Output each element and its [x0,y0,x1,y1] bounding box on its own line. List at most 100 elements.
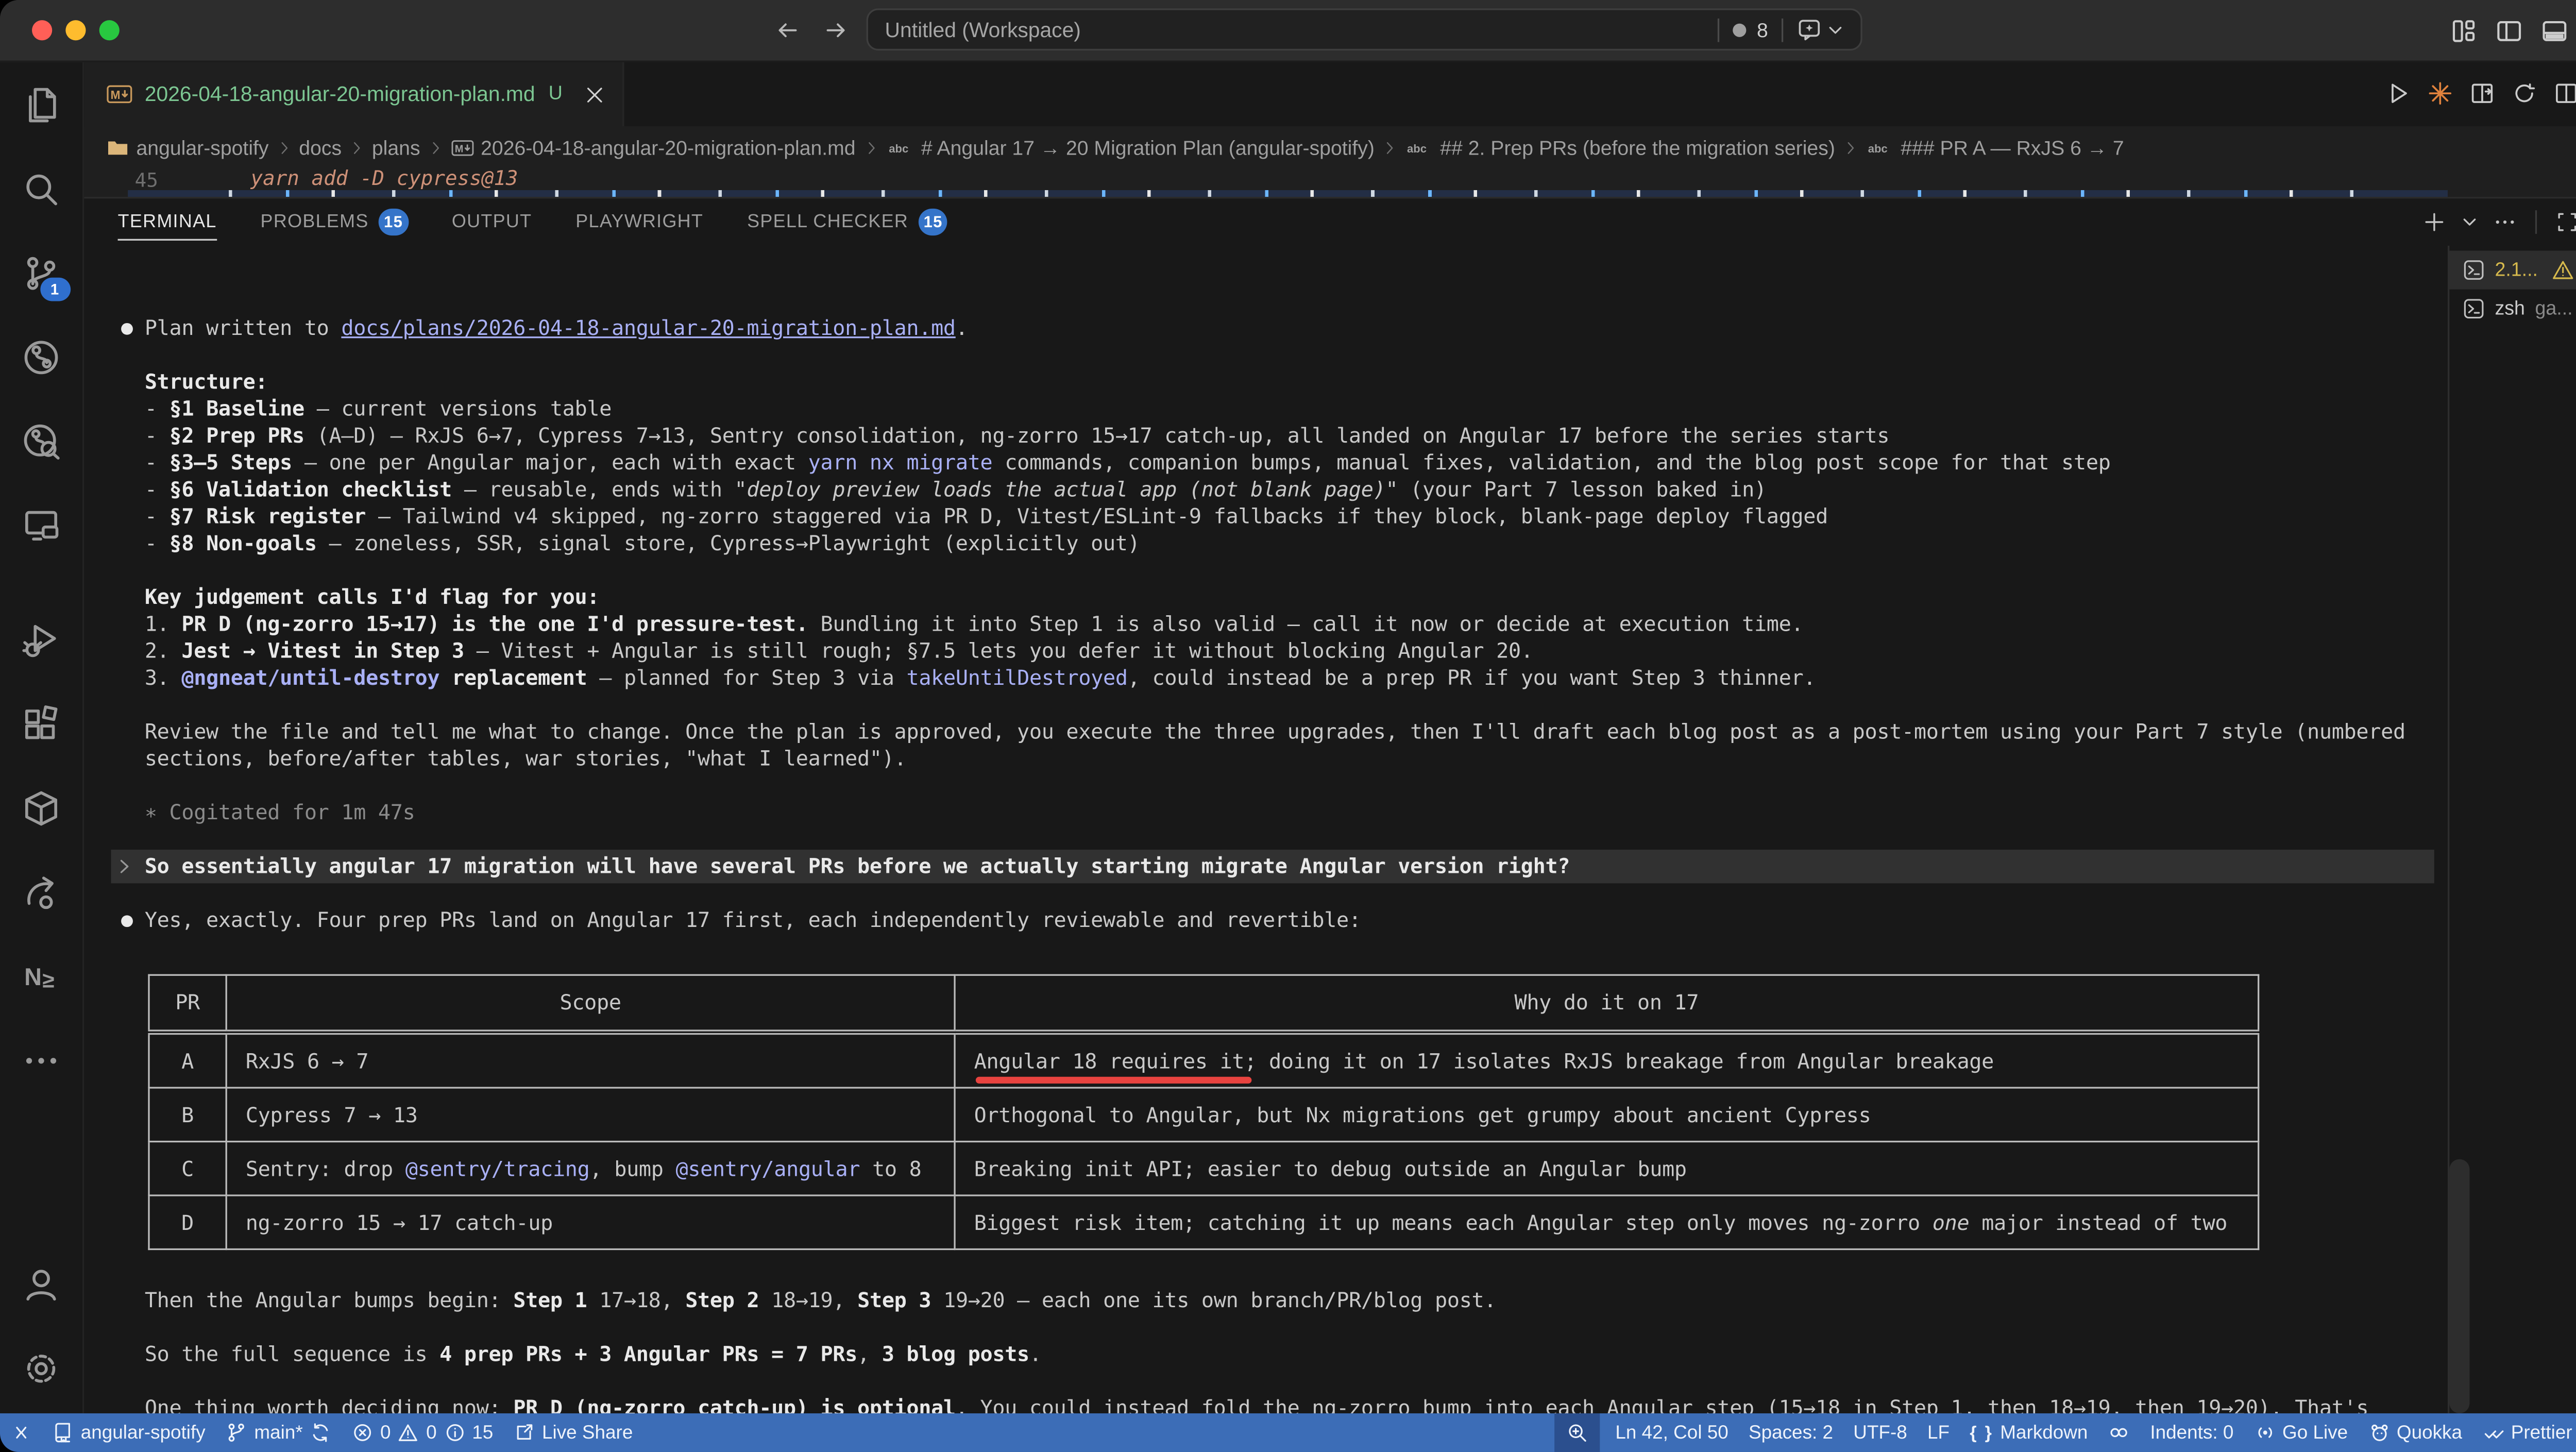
panel-tab-output[interactable]: OUTPUT [452,204,532,241]
activity-bar-item-accounts[interactable] [0,1242,83,1326]
breadcrumb-item[interactable]: plans [372,136,420,159]
table-header: PR [149,975,226,1032]
activity-bar-item-gitlens-inspect[interactable] [0,399,83,483]
remote-explorer-icon [22,505,60,544]
panel-more-icon[interactable] [2493,210,2517,234]
status-item-go-live[interactable]: Go Live [2244,1413,2358,1452]
breadcrumb-item[interactable]: docs [299,136,342,159]
breadcrumb-item[interactable]: M2026-04-18-angular-20-migration-plan.md [450,136,855,159]
sparkle-run-icon[interactable] [2428,81,2453,106]
chevron-down-icon[interactable] [1827,21,1844,38]
status-item-label: LF [1927,1423,1950,1443]
run-and-debug-icon [22,620,60,659]
activity-bar-item-explorer[interactable] [0,62,83,146]
status-item-encoding[interactable]: UTF-8 [1843,1413,1918,1452]
activity-bar-item-remote-explorer[interactable] [0,483,83,567]
status-item-branch[interactable]: main* [215,1413,342,1452]
svg-text:≥: ≥ [42,967,54,991]
broadcast-icon [2254,1422,2276,1443]
status-item-label: Prettier [2511,1423,2572,1443]
minimize-window-button[interactable] [65,20,86,40]
command-center[interactable]: Untitled (Workspace) 8 [867,8,1862,50]
scm-badge: 1 [40,278,70,301]
editor-tab[interactable]: M 2026-04-18-angular-20-migration-plan.m… [84,62,624,126]
status-item-cursor-position[interactable]: Ln 42, Col 50 [1605,1413,1739,1452]
customize-layout-icon[interactable] [2449,17,2478,46]
panel-tab-playwright[interactable]: PLAYWRIGHT [575,204,703,241]
tab-title: 2026-04-18-angular-20-migration-plan.md [145,82,535,106]
svg-text:N: N [24,963,42,989]
terminal-profile-icon[interactable] [2461,214,2478,231]
toggle-sidebar-icon[interactable] [2495,17,2523,46]
panel-tab-badge: 15 [379,209,408,235]
dot-icon [1733,23,1747,36]
activity-bar-item-more-views[interactable] [0,1018,83,1102]
activity-bar-item-extensions[interactable] [0,681,83,765]
activity-bar-item-search[interactable] [0,146,83,230]
panel-tab-spell-checker[interactable]: SPELL CHECKER15 [747,200,947,244]
terminal-list-item[interactable]: zshga... [2448,290,2576,328]
divider [1718,18,1720,41]
command-center-label: Untitled (Workspace) [885,18,1081,41]
breadcrumb-label: 2026-04-18-angular-20-migration-plan.md [481,136,856,159]
status-item-prettier[interactable]: Prettier [2472,1413,2576,1452]
refresh-icon[interactable] [2512,81,2537,106]
share-icon [513,1422,535,1443]
open-preview-icon[interactable] [2469,81,2495,106]
folder-icon [106,136,130,159]
status-item-eol[interactable]: LF [1917,1413,1959,1452]
activity-bar-item-gitlens[interactable] [0,315,83,399]
terminal-line: sections, before/after tables, war stori… [111,746,2434,772]
activity-bar-item-run-and-debug[interactable] [0,597,83,681]
breadcrumb-item[interactable]: abc# Angular 17 → 20 Migration Plan (ang… [886,136,1375,159]
activity-bar-item-nx-console[interactable]: N≥ [0,934,83,1018]
toggle-panel-icon[interactable] [2540,17,2569,46]
status-item-indentation[interactable]: Spaces: 2 [1738,1413,1843,1452]
terminal-output[interactable]: Plan written to docs/plans/2026-04-18-an… [111,315,2434,1413]
terminal-line: - §7 Risk register — Tailwind v4 skipped… [111,503,2434,530]
status-item-label: Go Live [2282,1423,2348,1443]
new-terminal-icon[interactable] [2422,210,2446,234]
titlebar: Untitled (Workspace) 8 [0,0,2576,62]
terminal-icon [2463,259,2484,281]
panel-tab-problems[interactable]: PROBLEMS15 [261,200,408,244]
split-editor-icon[interactable] [2554,81,2576,106]
terminal-list-item[interactable]: 2.1... [2448,251,2576,290]
activity-bar-item-containers[interactable] [0,766,83,850]
breadcrumb-item[interactable]: abc### PR A — RxJS 6 → 7 [1866,136,2124,159]
status-item-repository[interactable]: angular-spotify [42,1413,216,1452]
breadcrumb-item[interactable]: angular-spotify [106,136,269,159]
terminal-scrollbar[interactable] [2449,1159,2469,1413]
breadcrumb-item[interactable]: abc## 2. Prep PRs (before the migration … [1405,136,1835,159]
activity-bar-item-live-share[interactable] [0,850,83,934]
status-item-remote[interactable] [0,1413,42,1452]
abc-icon: abc [886,137,914,157]
activity-bar-item-source-control[interactable]: 1 [0,230,83,314]
status-item-copilot[interactable] [2098,1413,2140,1452]
extensions-icon [22,704,60,743]
breadcrumb-label: plans [372,136,420,159]
status-item-problems[interactable]: 0015 [342,1413,503,1452]
breadcrumb-separator-icon [1842,139,1859,156]
run-file-icon[interactable] [2385,81,2411,106]
info-circle-icon [444,1422,465,1443]
copilot-chat-icon[interactable] [1797,17,1822,42]
status-item-indents[interactable]: Indents: 0 [2140,1413,2244,1452]
status-item-screencast-zoom[interactable] [1555,1413,1600,1452]
status-item-quokka[interactable]: Quokka [2358,1413,2472,1452]
terminal-line: Structure: [111,368,2434,395]
back-icon[interactable] [774,17,801,44]
close-window-button[interactable] [32,20,52,40]
forward-icon[interactable] [823,17,850,44]
status-item-label: 15 [472,1423,493,1443]
user-prompt-line: So essentially angular 17 migration will… [111,853,2434,880]
close-tab-icon[interactable] [584,83,606,105]
maximize-panel-icon[interactable] [2555,210,2576,234]
terminal-line: - §6 Validation checklist — reusable, en… [111,476,2434,503]
status-item-language-mode[interactable]: { }Markdown [1960,1413,2098,1452]
zoom-window-button[interactable] [99,20,120,40]
panel-tab-terminal[interactable]: TERMINAL [118,204,217,241]
status-item-live-share[interactable]: Live Share [503,1413,643,1452]
activity-bar-item-settings[interactable] [0,1326,83,1410]
editor-clipped-area[interactable]: 45 yarn add -D cypress@13 [84,168,2576,197]
